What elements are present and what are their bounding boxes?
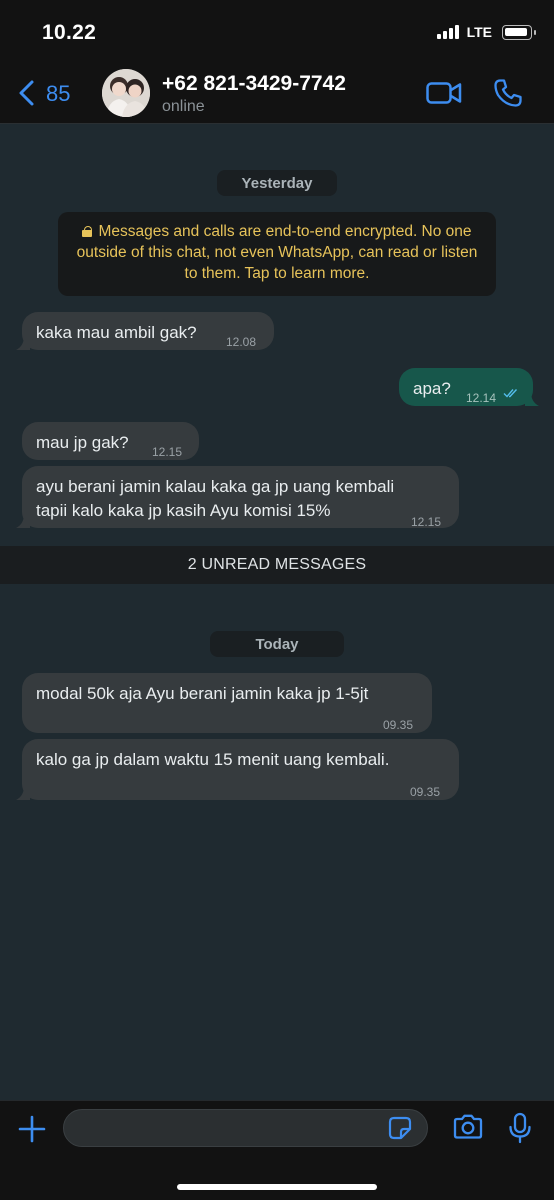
avatar-image	[102, 69, 150, 117]
encryption-notice[interactable]: Messages and calls are end-to-end encryp…	[58, 212, 496, 296]
message-text: apa?	[413, 379, 451, 398]
message-time: 12.14	[466, 391, 497, 405]
date-chip-yesterday: Yesterday	[217, 170, 337, 196]
message-bubble-incoming[interactable]: modal 50k aja Ayu berani jamin kaka jp 1…	[22, 673, 432, 733]
double-check-icon	[503, 389, 518, 398]
contact-name[interactable]: +62 821-3429-7742	[162, 72, 346, 96]
bubble-tail	[525, 392, 539, 406]
status-time: 10.22	[42, 21, 97, 44]
chat-area[interactable]: Yesterday Messages and calls are end-to-…	[0, 125, 554, 1100]
encryption-notice-text: Messages and calls are end-to-end encryp…	[76, 223, 478, 282]
message-input[interactable]	[63, 1109, 428, 1147]
status-bar: 10.22 LTE	[0, 0, 554, 60]
message-time: 12.08	[226, 335, 257, 349]
signal-icon	[436, 25, 459, 39]
battery-icon	[502, 24, 536, 40]
message-text: kaka mau ambil gak?	[36, 323, 197, 342]
microphone-icon[interactable]	[508, 1112, 532, 1144]
unread-messages-banner: 2 UNREAD MESSAGES	[0, 546, 554, 584]
date-chip-today: Today	[210, 631, 344, 657]
message-time: 12.15	[411, 515, 442, 529]
avatar[interactable]	[102, 69, 150, 117]
message-text: mau jp gak?	[36, 433, 129, 452]
bubble-tail	[16, 786, 30, 800]
message-composer	[0, 1100, 554, 1200]
video-camera-icon[interactable]	[426, 82, 462, 104]
status-indicators: LTE	[436, 24, 536, 40]
camera-icon[interactable]	[452, 1114, 484, 1140]
sticker-icon[interactable]	[388, 1116, 412, 1140]
chevron-left-icon[interactable]	[16, 79, 38, 107]
chat-header: 85 +62 821-3429-7742 online	[0, 60, 554, 124]
message-time: 09.35	[410, 785, 441, 799]
message-time: 12.15	[152, 445, 183, 459]
lock-icon	[82, 226, 93, 237]
message-text-line: ayu berani jamin kalau kaka ga jp uang k…	[36, 477, 395, 496]
message-text: modal 50k aja Ayu berani jamin kaka jp 1…	[36, 684, 369, 703]
message-bubble-outgoing[interactable]: apa? 12.14	[399, 368, 539, 406]
message-text-line: tapii kalo kaka jp kasih Ayu komisi 15%	[36, 501, 331, 520]
message-time: 09.35	[383, 718, 414, 732]
network-type: LTE	[466, 24, 492, 40]
plus-icon[interactable]	[18, 1115, 46, 1143]
message-bubble-incoming[interactable]: kaka mau ambil gak? 12.08	[16, 312, 274, 350]
message-bubble-incoming[interactable]: mau jp gak? 12.15	[22, 422, 199, 460]
contact-status: online	[162, 98, 205, 115]
message-text: kalo ga jp dalam waktu 15 menit uang kem…	[36, 750, 390, 769]
message-bubble-incoming[interactable]: kalo ga jp dalam waktu 15 menit uang kem…	[16, 739, 459, 800]
home-indicator	[177, 1184, 377, 1190]
bubble-tail	[16, 514, 30, 528]
back-unread-count[interactable]: 85	[46, 81, 70, 107]
message-bubble-incoming[interactable]: ayu berani jamin kalau kaka ga jp uang k…	[16, 466, 459, 529]
bubble-tail	[16, 336, 30, 350]
phone-icon[interactable]	[493, 78, 523, 108]
